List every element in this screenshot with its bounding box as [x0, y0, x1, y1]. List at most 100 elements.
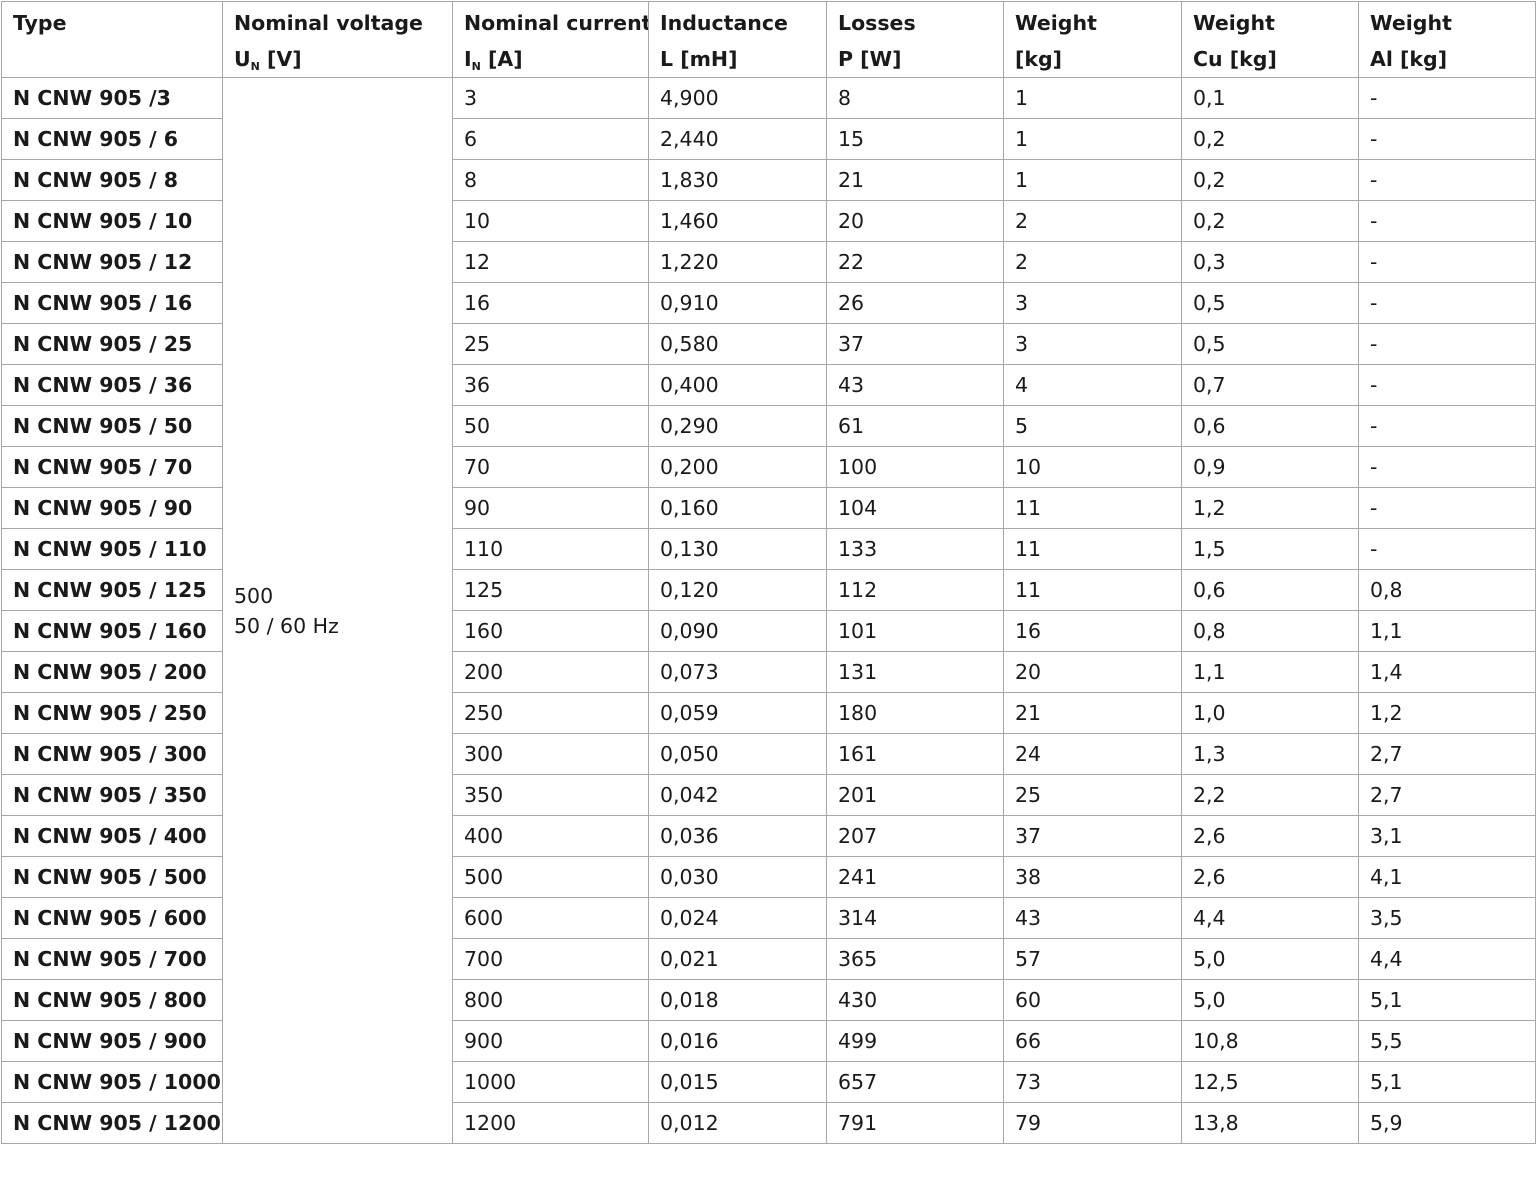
type-cell: N CNW 905 / 70 — [1, 446, 223, 488]
type-cell: N CNW 905 / 200 — [1, 651, 223, 693]
weight-al-cell: 3,5 — [1358, 897, 1536, 939]
weight-cell: 38 — [1003, 856, 1182, 898]
type-cell: N CNW 905 / 1200 — [1, 1102, 223, 1144]
header-weight-cu: Weight Cu [kg] — [1181, 1, 1359, 78]
header-weight-cu-label: Weight — [1193, 11, 1275, 35]
weight-cell: 73 — [1003, 1061, 1182, 1103]
nominal-current-cell: 25 — [452, 323, 649, 365]
weight-al-cell: - — [1358, 405, 1536, 447]
nominal-current-cell: 3 — [452, 77, 649, 119]
weight-al-cell: - — [1358, 159, 1536, 201]
header-losses-label: Losses — [838, 11, 916, 35]
inductance-cell: 1,830 — [648, 159, 827, 201]
weight-cu-cell: 2,2 — [1181, 774, 1359, 816]
weight-cu-cell: 0,6 — [1181, 569, 1359, 611]
nominal-current-cell: 600 — [452, 897, 649, 939]
weight-cu-cell: 2,6 — [1181, 856, 1359, 898]
header-type-label: Type — [13, 11, 67, 35]
weight-cu-cell: 0,9 — [1181, 446, 1359, 488]
nominal-current-cell: 36 — [452, 364, 649, 406]
inductance-cell: 0,073 — [648, 651, 827, 693]
inductance-cell: 1,460 — [648, 200, 827, 242]
type-cell: N CNW 905 / 900 — [1, 1020, 223, 1062]
losses-cell: 201 — [826, 774, 1004, 816]
weight-cu-cell: 0,6 — [1181, 405, 1359, 447]
weight-cell: 2 — [1003, 200, 1182, 242]
losses-cell: 207 — [826, 815, 1004, 857]
nominal-current-cell: 90 — [452, 487, 649, 529]
losses-cell: 241 — [826, 856, 1004, 898]
nominal-current-cell: 800 — [452, 979, 649, 1021]
weight-cu-cell: 1,0 — [1181, 692, 1359, 734]
header-type: Type — [1, 1, 223, 78]
weight-cu-cell: 1,5 — [1181, 528, 1359, 570]
weight-al-cell: 4,4 — [1358, 938, 1536, 980]
losses-cell: 657 — [826, 1061, 1004, 1103]
inductance-cell: 0,036 — [648, 815, 827, 857]
inductance-cell: 0,200 — [648, 446, 827, 488]
losses-cell: 104 — [826, 487, 1004, 529]
type-cell: N CNW 905 / 160 — [1, 610, 223, 652]
weight-cell: 21 — [1003, 692, 1182, 734]
type-cell: N CNW 905 /3 — [1, 77, 223, 119]
nominal-current-cell: 300 — [452, 733, 649, 775]
nominal-current-cell: 900 — [452, 1020, 649, 1062]
weight-cell: 79 — [1003, 1102, 1182, 1144]
weight-al-cell: - — [1358, 77, 1536, 119]
weight-cell: 16 — [1003, 610, 1182, 652]
header-nominal-current: Nominal current IN [A] — [452, 1, 649, 78]
voltage-value: 500 — [234, 583, 274, 608]
weight-al-cell: 3,1 — [1358, 815, 1536, 857]
weight-cu-cell: 0,3 — [1181, 241, 1359, 283]
losses-cell: 61 — [826, 405, 1004, 447]
inductance-cell: 0,910 — [648, 282, 827, 324]
weight-al-cell: 5,9 — [1358, 1102, 1536, 1144]
weight-al-cell: 1,4 — [1358, 651, 1536, 693]
type-cell: N CNW 905 / 8 — [1, 159, 223, 201]
weight-cell: 10 — [1003, 446, 1182, 488]
inductance-cell: 0,160 — [648, 487, 827, 529]
nominal-current-cell: 16 — [452, 282, 649, 324]
header-voltage-unit: UN [V] — [234, 41, 441, 77]
weight-al-cell: - — [1358, 364, 1536, 406]
table-body: N CNW 905 /3 500 50 / 60 Hz 3 4,900 8 1 0,1- N C… — [1, 77, 1536, 1144]
weight-cell: 1 — [1003, 77, 1182, 119]
header-inductance-unit: L [mH] — [660, 47, 738, 71]
weight-cu-cell: 5,0 — [1181, 979, 1359, 1021]
header-current-unit: IN [A] — [464, 41, 637, 77]
weight-al-cell: 5,1 — [1358, 979, 1536, 1021]
type-cell: N CNW 905 / 16 — [1, 282, 223, 324]
inductance-cell: 0,018 — [648, 979, 827, 1021]
nominal-current-cell: 12 — [452, 241, 649, 283]
type-cell: N CNW 905 / 700 — [1, 938, 223, 980]
weight-cu-cell: 12,5 — [1181, 1061, 1359, 1103]
weight-cell: 3 — [1003, 323, 1182, 365]
losses-cell: 37 — [826, 323, 1004, 365]
nominal-current-cell: 1200 — [452, 1102, 649, 1144]
weight-cell: 25 — [1003, 774, 1182, 816]
header-weight-al-unit: Al [kg] — [1370, 47, 1448, 71]
weight-cell: 11 — [1003, 528, 1182, 570]
nominal-current-cell: 400 — [452, 815, 649, 857]
type-cell: N CNW 905 / 500 — [1, 856, 223, 898]
header-inductance-label: Inductance — [660, 11, 788, 35]
reactor-spec-table: Type Nominal voltage UN [V] Nominal curr… — [1, 1, 1536, 1144]
weight-cu-cell: 0,5 — [1181, 282, 1359, 324]
header-voltage-unit-text: [V] — [259, 47, 302, 71]
weight-cu-cell: 5,0 — [1181, 938, 1359, 980]
type-cell: N CNW 905 / 110 — [1, 528, 223, 570]
nominal-current-cell: 500 — [452, 856, 649, 898]
weight-cell: 66 — [1003, 1020, 1182, 1062]
losses-cell: 21 — [826, 159, 1004, 201]
type-cell: N CNW 905 / 800 — [1, 979, 223, 1021]
type-cell: N CNW 905 / 400 — [1, 815, 223, 857]
inductance-cell: 0,580 — [648, 323, 827, 365]
weight-al-cell: - — [1358, 323, 1536, 365]
inductance-cell: 0,059 — [648, 692, 827, 734]
header-current-label: Nominal current — [464, 11, 649, 35]
weight-cell: 24 — [1003, 733, 1182, 775]
inductance-cell: 1,220 — [648, 241, 827, 283]
type-cell: N CNW 905 / 36 — [1, 364, 223, 406]
losses-cell: 133 — [826, 528, 1004, 570]
weight-al-cell: 5,1 — [1358, 1061, 1536, 1103]
